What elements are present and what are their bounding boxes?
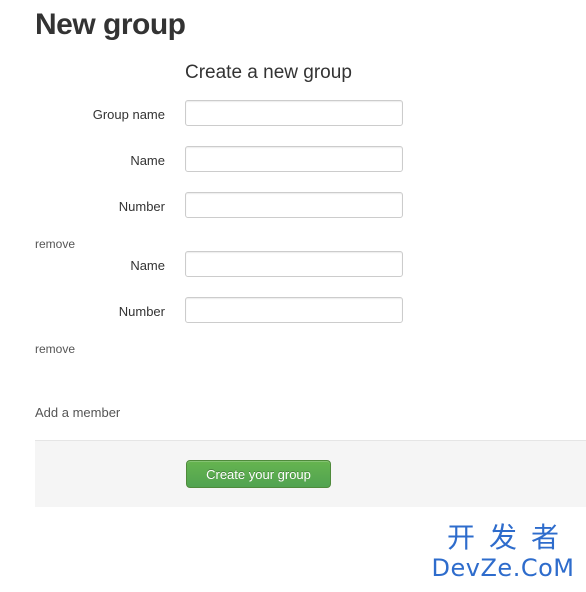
member-name-input[interactable] bbox=[185, 146, 403, 172]
remove-member-link[interactable]: remove bbox=[35, 237, 75, 251]
watermark-site-text: DevZe.CoM bbox=[431, 554, 575, 582]
watermark-chinese-text: 开发者 bbox=[446, 521, 573, 554]
group-name-input[interactable] bbox=[185, 100, 403, 126]
create-group-button[interactable]: Create your group bbox=[186, 460, 331, 488]
remove-member-link[interactable]: remove bbox=[35, 342, 75, 356]
form-actions: Create your group bbox=[35, 440, 586, 507]
member-name-label: Name bbox=[130, 153, 165, 168]
form-legend: Create a new group bbox=[185, 62, 352, 83]
add-member-link[interactable]: Add a member bbox=[35, 405, 120, 420]
page-title: New group bbox=[35, 8, 186, 41]
member-number-label: Number bbox=[118, 304, 165, 319]
page: New group Create a new group Group name … bbox=[0, 0, 586, 592]
group-name-label: Group name bbox=[92, 107, 165, 122]
watermark-logo: 开发者 DevZe.CoM bbox=[428, 521, 578, 582]
member-name-label: Name bbox=[130, 258, 165, 273]
member-name-input[interactable] bbox=[185, 251, 403, 277]
member-number-input[interactable] bbox=[185, 192, 403, 218]
member-number-label: Number bbox=[118, 199, 165, 214]
member-number-input[interactable] bbox=[185, 297, 403, 323]
